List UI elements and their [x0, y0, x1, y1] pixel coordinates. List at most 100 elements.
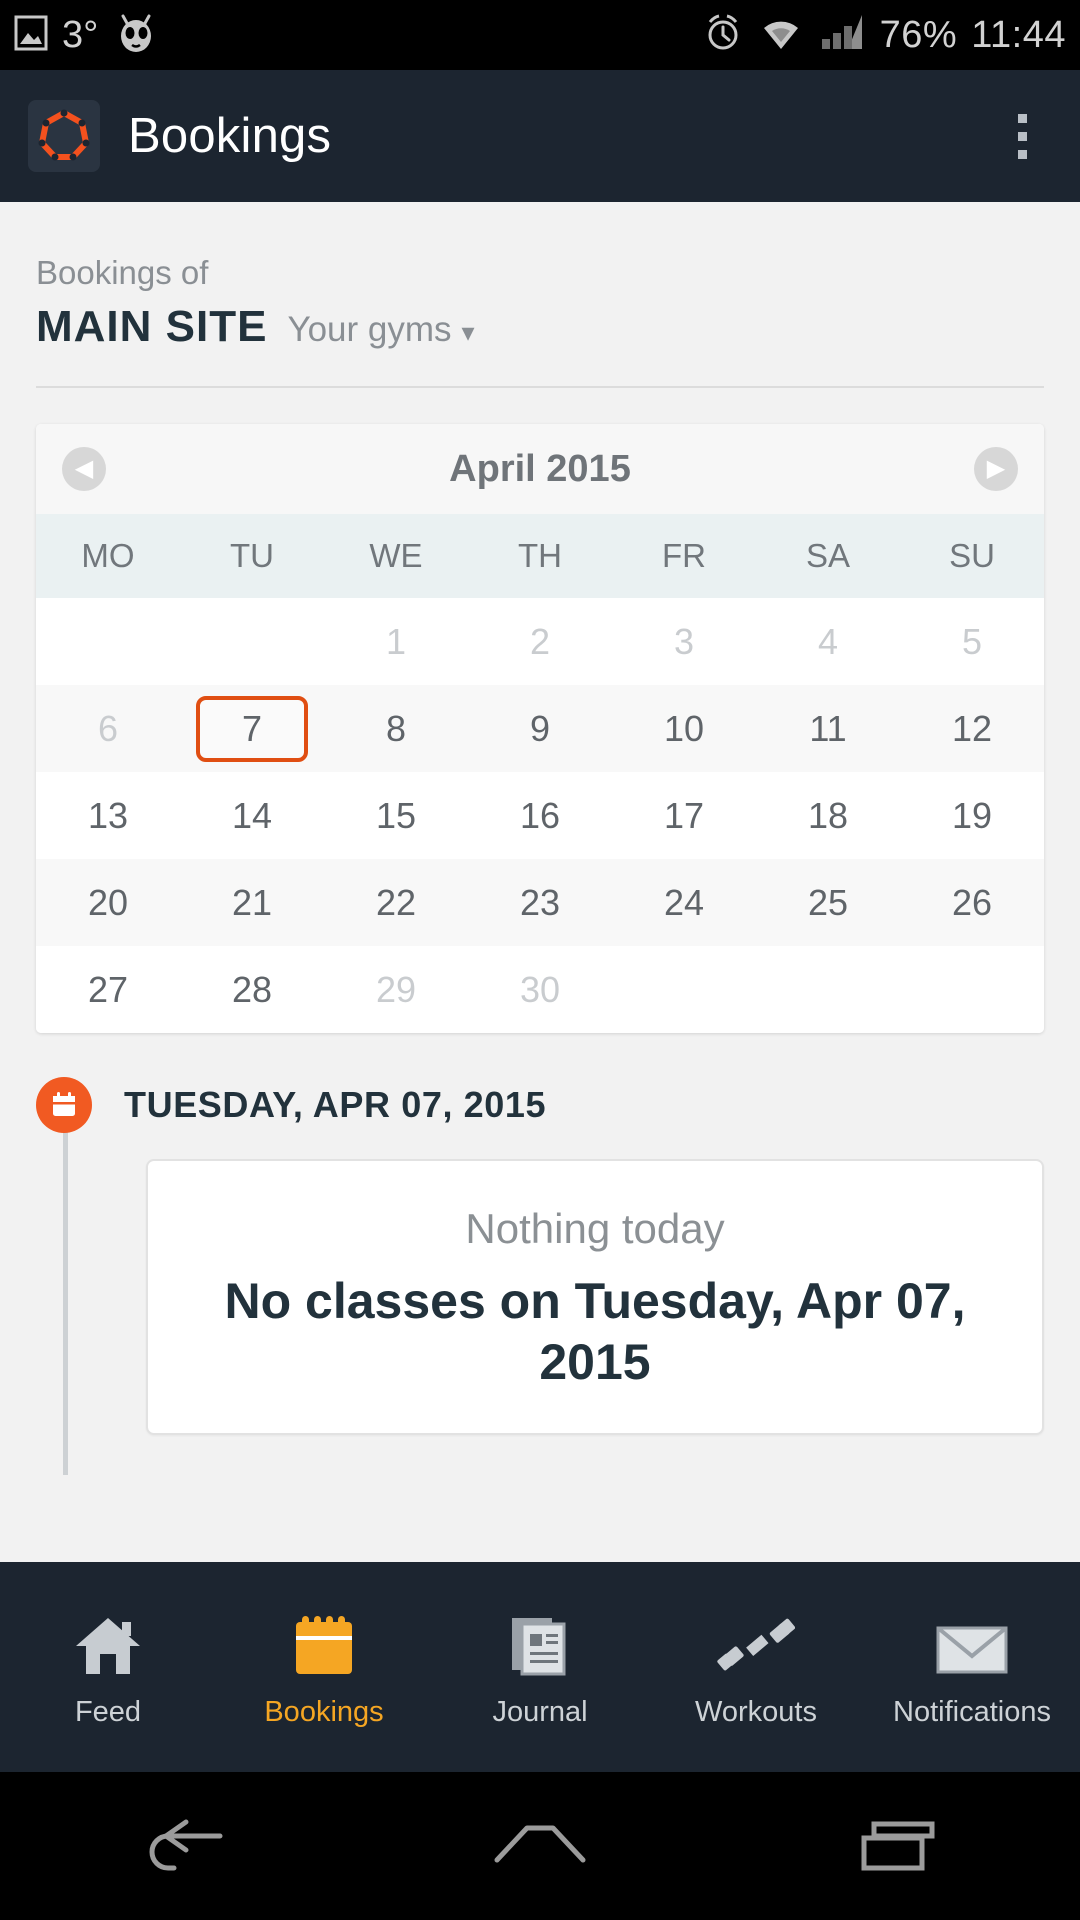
calendar-day-cell[interactable]: 15: [324, 772, 468, 859]
overflow-dot: [1017, 113, 1027, 123]
calendar-day-cell[interactable]: 13: [36, 772, 180, 859]
calendar-day-cell[interactable]: 14: [180, 772, 324, 859]
alarm-icon: [702, 12, 744, 59]
calendar-day-cell: [36, 598, 180, 685]
system-back-button[interactable]: [80, 1772, 280, 1920]
empty-state-subtitle: Nothing today: [465, 1205, 725, 1252]
timeline-date-header: TUESDAY, APR 07, 2015: [124, 1084, 547, 1125]
calendar-month-title: April 2015: [449, 447, 631, 490]
calendar-day-cell[interactable]: 29: [324, 946, 468, 1033]
notebook-icon: [504, 1606, 576, 1678]
weekday-label: FR: [662, 537, 706, 574]
calendar-day-cell[interactable]: 24: [612, 859, 756, 946]
status-bar: 3° 76% 11:44: [0, 0, 1080, 70]
chevron-down-icon[interactable]: ▾: [462, 317, 475, 348]
tab-label: Feed: [74, 1695, 142, 1728]
calendar-week-row: 20 21 22 23 24 25 26: [36, 859, 1044, 946]
calendar-day-cell[interactable]: 20: [36, 859, 180, 946]
app-bar: Bookings: [0, 70, 1080, 202]
calendar-day-cell[interactable]: 2: [468, 598, 612, 685]
home-icon: [494, 1825, 586, 1863]
calendar-header: ◀ April 2015 ▶: [36, 424, 1044, 514]
weekday-label: TH: [518, 537, 562, 574]
tab-journal[interactable]: Journal: [432, 1562, 648, 1772]
empty-state-card: Nothing today No classes on Tuesday, Apr…: [146, 1159, 1044, 1435]
calendar-day-cell[interactable]: 5: [900, 598, 1044, 685]
calendar-day-cell[interactable]: 12: [900, 685, 1044, 772]
calendar-day-selected: 7: [196, 695, 308, 762]
weekday-label: WE: [369, 537, 423, 574]
battery-percentage: 76%: [879, 13, 958, 56]
main-content: Bookings of MAIN SITE Your gyms ▾ ◀ Apri…: [0, 202, 1080, 1772]
clock-time: 11:44: [971, 13, 1066, 56]
next-month-button[interactable]: ▶: [974, 447, 1018, 491]
tab-label: Notifications: [893, 1695, 1051, 1728]
tab-label: Journal: [492, 1695, 588, 1728]
recents-icon: [861, 1821, 935, 1871]
section-divider: [36, 386, 1044, 388]
page-title: Bookings: [128, 109, 332, 163]
system-recents-button[interactable]: [800, 1772, 1000, 1920]
calendar-day-cell[interactable]: 22: [324, 859, 468, 946]
cyanogenmod-icon: [112, 12, 160, 59]
tab-notifications[interactable]: Notifications: [864, 1562, 1080, 1772]
calendar-day-cell[interactable]: 11: [756, 685, 900, 772]
app-root: 3° 76% 11:44 Bookings Bookings of MAIN S…: [0, 0, 1080, 1920]
tab-workouts[interactable]: Workouts: [648, 1562, 864, 1772]
app-logo[interactable]: [28, 100, 100, 172]
chevron-left-icon: ◀: [74, 455, 94, 482]
calendar-day-cell[interactable]: 8: [324, 685, 468, 772]
weekday-label: TU: [230, 537, 274, 574]
wifi-icon: [758, 13, 804, 58]
gallery-icon: [14, 15, 48, 56]
calendar-day-cell[interactable]: 19: [900, 772, 1044, 859]
calendar-day-cell[interactable]: 10: [612, 685, 756, 772]
calendar-day-cell[interactable]: 30: [468, 946, 612, 1033]
timeline-date-row: TUESDAY, APR 07, 2015: [36, 1077, 1080, 1133]
status-bar-right: 76% 11:44: [702, 12, 1066, 59]
calendar-day-cell[interactable]: 28: [180, 946, 324, 1033]
calendar-day-cell[interactable]: 16: [468, 772, 612, 859]
calendar-day-cell[interactable]: 17: [612, 772, 756, 859]
weather-temperature: 3°: [62, 13, 99, 56]
weekday-label: SA: [805, 537, 851, 574]
calendar-day-cell[interactable]: 9: [468, 685, 612, 772]
weekday-label: SU: [949, 537, 995, 574]
calendar-day-cell: [612, 946, 756, 1033]
calendar-icon: [36, 1077, 92, 1133]
gym-polygon-logo-icon: [38, 109, 90, 161]
calendar-day-cell[interactable]: 25: [756, 859, 900, 946]
site-name: MAIN SITE: [36, 302, 268, 351]
calendar-day-cell[interactable]: 26: [900, 859, 1044, 946]
calendar-day-cell[interactable]: 4: [756, 598, 900, 685]
overflow-dot: [1017, 131, 1027, 141]
calendar-grid: 1 2 3 4 5 6 7 8 9 10 11 12 13 14 15 16 17 18 19 20 21 22 23 24 2…: [36, 598, 1044, 1033]
system-navigation-bar: [0, 1772, 1080, 1920]
home-icon: [72, 1606, 144, 1678]
calendar-day-cell[interactable]: 3: [612, 598, 756, 685]
site-selector-row[interactable]: MAIN SITE Your gyms ▾: [36, 302, 1044, 352]
calendar-day-cell: [756, 946, 900, 1033]
status-bar-left: 3°: [14, 12, 160, 59]
chevron-right-icon: ▶: [986, 455, 1006, 482]
calendar-day-cell[interactable]: 18: [756, 772, 900, 859]
system-home-button[interactable]: [440, 1772, 640, 1920]
dumbbell-icon: [717, 1606, 795, 1678]
calendar-day-cell[interactable]: 1: [324, 598, 468, 685]
calendar-day-cell[interactable]: 21: [180, 859, 324, 946]
back-icon: [149, 1819, 223, 1871]
calendar-day-cell[interactable]: 23: [468, 859, 612, 946]
timeline-rail: [63, 1123, 68, 1475]
calendar-day-cell[interactable]: 6: [36, 685, 180, 772]
overflow-menu-button[interactable]: [992, 94, 1052, 178]
tab-bookings[interactable]: Bookings: [216, 1562, 432, 1772]
gym-switcher-label[interactable]: Your gyms: [287, 310, 451, 350]
tab-label: Workouts: [695, 1695, 817, 1728]
calendar-day-cell: [180, 598, 324, 685]
site-selector-block: Bookings of MAIN SITE Your gyms ▾: [0, 202, 1080, 352]
calendar-weekday-header: MO TU WE TH FR SA SU: [36, 514, 1044, 598]
tab-feed[interactable]: Feed: [0, 1562, 216, 1772]
calendar-day-cell[interactable]: 7: [180, 685, 324, 772]
calendar-day-cell[interactable]: 27: [36, 946, 180, 1033]
prev-month-button[interactable]: ◀: [62, 447, 106, 491]
